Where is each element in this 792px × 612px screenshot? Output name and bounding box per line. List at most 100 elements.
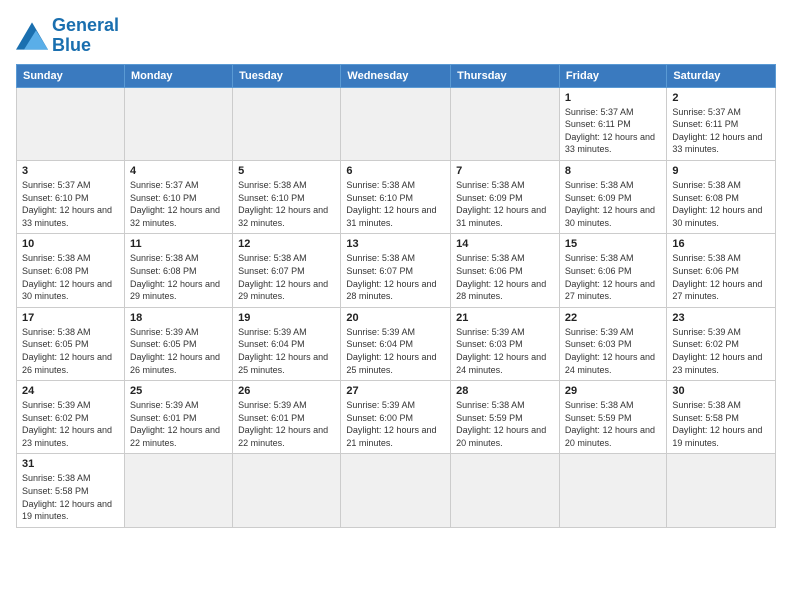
day-info: Sunrise: 5:39 AM Sunset: 6:01 PM Dayligh… — [238, 399, 335, 449]
logo-icon — [16, 22, 48, 50]
week-row-0: 1 Sunrise: 5:37 AM Sunset: 6:11 PM Daylig… — [17, 87, 776, 160]
day-number: 23 — [672, 312, 770, 324]
day-info: Sunrise: 5:39 AM Sunset: 6:02 PM Dayligh… — [672, 326, 770, 376]
day-cell — [233, 87, 341, 160]
day-number: 26 — [238, 385, 335, 397]
day-cell — [451, 87, 560, 160]
calendar-table: SundayMondayTuesdayWednesdayThursdayFrid… — [16, 64, 776, 528]
day-number: 15 — [565, 238, 661, 250]
week-row-3: 17Sunrise: 5:38 AM Sunset: 6:05 PM Dayli… — [17, 307, 776, 380]
week-row-1: 3 Sunrise: 5:37 AM Sunset: 6:10 PM Daylig… — [17, 160, 776, 233]
col-header-thursday: Thursday — [451, 64, 560, 87]
day-cell: 17Sunrise: 5:38 AM Sunset: 6:05 PM Dayli… — [17, 307, 125, 380]
col-header-wednesday: Wednesday — [341, 64, 451, 87]
day-info: Sunrise: 5:38 AM Sunset: 5:59 PM Dayligh… — [565, 399, 661, 449]
day-number: 2 — [672, 92, 770, 104]
day-number: 20 — [346, 312, 445, 324]
week-row-2: 10Sunrise: 5:38 AM Sunset: 6:08 PM Dayli… — [17, 234, 776, 307]
day-number: 9 — [672, 165, 770, 177]
day-cell: 6 Sunrise: 5:38 AM Sunset: 6:10 PM Daylig… — [341, 160, 451, 233]
col-header-friday: Friday — [559, 64, 666, 87]
day-number: 27 — [346, 385, 445, 397]
day-number: 29 — [565, 385, 661, 397]
col-header-sunday: Sunday — [17, 64, 125, 87]
day-info: Sunrise: 5:38 AM Sunset: 6:06 PM Dayligh… — [672, 252, 770, 302]
day-number: 1 — [565, 92, 661, 104]
logo-text: General Blue — [52, 16, 119, 56]
day-number: 30 — [672, 385, 770, 397]
day-cell: 24 Sunrise: 5:39 AM Sunset: 6:02 PM Dayli… — [17, 381, 125, 454]
day-cell: 13 Sunrise: 5:38 AM Sunset: 6:07 PM Dayli… — [341, 234, 451, 307]
day-number: 3 — [22, 165, 119, 177]
day-number: 14 — [456, 238, 554, 250]
day-info: Sunrise: 5:37 AM Sunset: 6:11 PM Dayligh… — [565, 106, 661, 156]
page-header: General Blue — [16, 16, 776, 56]
day-cell — [233, 454, 341, 527]
day-cell: 18Sunrise: 5:39 AM Sunset: 6:05 PM Dayli… — [124, 307, 232, 380]
day-info: Sunrise: 5:38 AM Sunset: 5:59 PM Dayligh… — [456, 399, 554, 449]
day-number: 28 — [456, 385, 554, 397]
day-info: Sunrise: 5:38 AM Sunset: 6:08 PM Dayligh… — [22, 252, 119, 302]
week-row-4: 24 Sunrise: 5:39 AM Sunset: 6:02 PM Dayli… — [17, 381, 776, 454]
day-cell: 9Sunrise: 5:38 AM Sunset: 6:08 PM Daylig… — [667, 160, 776, 233]
day-cell: 7Sunrise: 5:38 AM Sunset: 6:09 PM Daylig… — [451, 160, 560, 233]
day-info: Sunrise: 5:38 AM Sunset: 6:10 PM Dayligh… — [346, 179, 445, 229]
col-header-saturday: Saturday — [667, 64, 776, 87]
day-info: Sunrise: 5:39 AM Sunset: 6:04 PM Dayligh… — [346, 326, 445, 376]
day-cell: 14 Sunrise: 5:38 AM Sunset: 6:06 PM Dayli… — [451, 234, 560, 307]
day-cell: 5 Sunrise: 5:38 AM Sunset: 6:10 PM Daylig… — [233, 160, 341, 233]
day-number: 16 — [672, 238, 770, 250]
day-cell: 3 Sunrise: 5:37 AM Sunset: 6:10 PM Daylig… — [17, 160, 125, 233]
day-cell: 30Sunrise: 5:38 AM Sunset: 5:58 PM Dayli… — [667, 381, 776, 454]
day-cell: 23 Sunrise: 5:39 AM Sunset: 6:02 PM Dayli… — [667, 307, 776, 380]
day-number: 8 — [565, 165, 661, 177]
day-cell: 12 Sunrise: 5:38 AM Sunset: 6:07 PM Dayli… — [233, 234, 341, 307]
day-cell: 19 Sunrise: 5:39 AM Sunset: 6:04 PM Dayli… — [233, 307, 341, 380]
day-number: 4 — [130, 165, 227, 177]
day-info: Sunrise: 5:38 AM Sunset: 6:06 PM Dayligh… — [456, 252, 554, 302]
day-info: Sunrise: 5:37 AM Sunset: 6:11 PM Dayligh… — [672, 106, 770, 156]
day-info: Sunrise: 5:37 AM Sunset: 6:10 PM Dayligh… — [22, 179, 119, 229]
day-info: Sunrise: 5:38 AM Sunset: 6:06 PM Dayligh… — [565, 252, 661, 302]
day-number: 31 — [22, 458, 119, 470]
day-info: Sunrise: 5:38 AM Sunset: 6:09 PM Dayligh… — [456, 179, 554, 229]
day-number: 12 — [238, 238, 335, 250]
day-cell: 28 Sunrise: 5:38 AM Sunset: 5:59 PM Dayli… — [451, 381, 560, 454]
day-cell: 20 Sunrise: 5:39 AM Sunset: 6:04 PM Dayli… — [341, 307, 451, 380]
day-number: 17 — [22, 312, 119, 324]
day-number: 13 — [346, 238, 445, 250]
day-cell — [341, 87, 451, 160]
day-info: Sunrise: 5:38 AM Sunset: 6:08 PM Dayligh… — [130, 252, 227, 302]
day-info: Sunrise: 5:38 AM Sunset: 5:58 PM Dayligh… — [22, 472, 119, 522]
day-cell — [17, 87, 125, 160]
logo: General Blue — [16, 16, 119, 56]
day-info: Sunrise: 5:39 AM Sunset: 6:04 PM Dayligh… — [238, 326, 335, 376]
day-number: 24 — [22, 385, 119, 397]
day-cell — [124, 454, 232, 527]
col-header-tuesday: Tuesday — [233, 64, 341, 87]
day-cell: 15 Sunrise: 5:38 AM Sunset: 6:06 PM Dayli… — [559, 234, 666, 307]
day-number: 19 — [238, 312, 335, 324]
day-cell: 11Sunrise: 5:38 AM Sunset: 6:08 PM Dayli… — [124, 234, 232, 307]
day-info: Sunrise: 5:38 AM Sunset: 6:07 PM Dayligh… — [346, 252, 445, 302]
day-cell: 27 Sunrise: 5:39 AM Sunset: 6:00 PM Dayli… — [341, 381, 451, 454]
day-cell: 26 Sunrise: 5:39 AM Sunset: 6:01 PM Dayli… — [233, 381, 341, 454]
day-info: Sunrise: 5:39 AM Sunset: 6:00 PM Dayligh… — [346, 399, 445, 449]
day-number: 21 — [456, 312, 554, 324]
day-number: 6 — [346, 165, 445, 177]
day-cell — [559, 454, 666, 527]
day-info: Sunrise: 5:39 AM Sunset: 6:03 PM Dayligh… — [565, 326, 661, 376]
col-header-monday: Monday — [124, 64, 232, 87]
day-cell: 16 Sunrise: 5:38 AM Sunset: 6:06 PM Dayli… — [667, 234, 776, 307]
day-info: Sunrise: 5:39 AM Sunset: 6:02 PM Dayligh… — [22, 399, 119, 449]
day-info: Sunrise: 5:38 AM Sunset: 6:07 PM Dayligh… — [238, 252, 335, 302]
day-cell: 10Sunrise: 5:38 AM Sunset: 6:08 PM Dayli… — [17, 234, 125, 307]
day-info: Sunrise: 5:38 AM Sunset: 6:10 PM Dayligh… — [238, 179, 335, 229]
day-number: 5 — [238, 165, 335, 177]
day-cell: 29 Sunrise: 5:38 AM Sunset: 5:59 PM Dayli… — [559, 381, 666, 454]
day-cell: 21Sunrise: 5:39 AM Sunset: 6:03 PM Dayli… — [451, 307, 560, 380]
day-cell — [451, 454, 560, 527]
day-cell: 22Sunrise: 5:39 AM Sunset: 6:03 PM Dayli… — [559, 307, 666, 380]
day-cell: 4Sunrise: 5:37 AM Sunset: 6:10 PM Daylig… — [124, 160, 232, 233]
day-cell — [667, 454, 776, 527]
